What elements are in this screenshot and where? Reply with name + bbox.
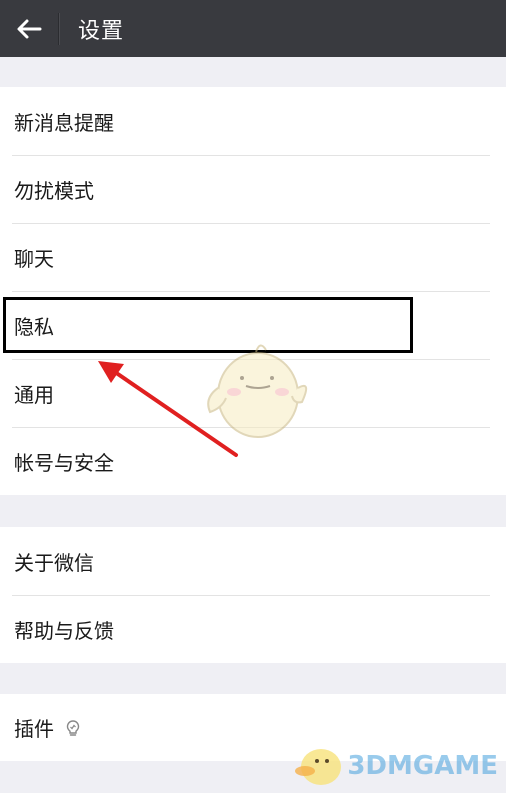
setting-label: 插件	[14, 717, 54, 741]
watermark-text: 3DMGAME	[347, 751, 498, 781]
setting-label: 聊天	[14, 246, 54, 271]
settings-group-main: 新消息提醒 勿扰模式 聊天 隐私 通用 帐号与安全	[0, 87, 506, 495]
setting-account-security[interactable]: 帐号与安全	[0, 427, 506, 495]
setting-privacy[interactable]: 隐私	[0, 291, 506, 359]
setting-label: 隐私	[14, 314, 54, 339]
header-divider	[58, 12, 60, 45]
watermark: 3DMGAME	[291, 743, 498, 789]
plugin-bulb-icon	[66, 719, 80, 736]
setting-label: 帐号与安全	[14, 450, 114, 475]
setting-about-wechat[interactable]: 关于微信	[0, 527, 506, 595]
setting-help-feedback[interactable]: 帮助与反馈	[0, 595, 506, 663]
setting-do-not-disturb[interactable]: 勿扰模式	[0, 155, 506, 223]
setting-label: 新消息提醒	[14, 110, 114, 135]
setting-general[interactable]: 通用	[0, 359, 506, 427]
setting-chat[interactable]: 聊天	[0, 223, 506, 291]
top-bar: 设置	[0, 0, 506, 57]
back-button[interactable]	[0, 0, 58, 57]
setting-new-message-notifications[interactable]: 新消息提醒	[0, 87, 506, 155]
setting-label: 关于微信	[14, 550, 94, 575]
setting-label: 帮助与反馈	[14, 618, 114, 643]
settings-group-about: 关于微信 帮助与反馈	[0, 527, 506, 663]
setting-label: 勿扰模式	[14, 178, 94, 203]
back-arrow-icon	[17, 19, 42, 38]
page-title: 设置	[78, 18, 125, 44]
setting-label: 通用	[14, 382, 54, 407]
watermark-mascot-icon	[295, 749, 342, 785]
